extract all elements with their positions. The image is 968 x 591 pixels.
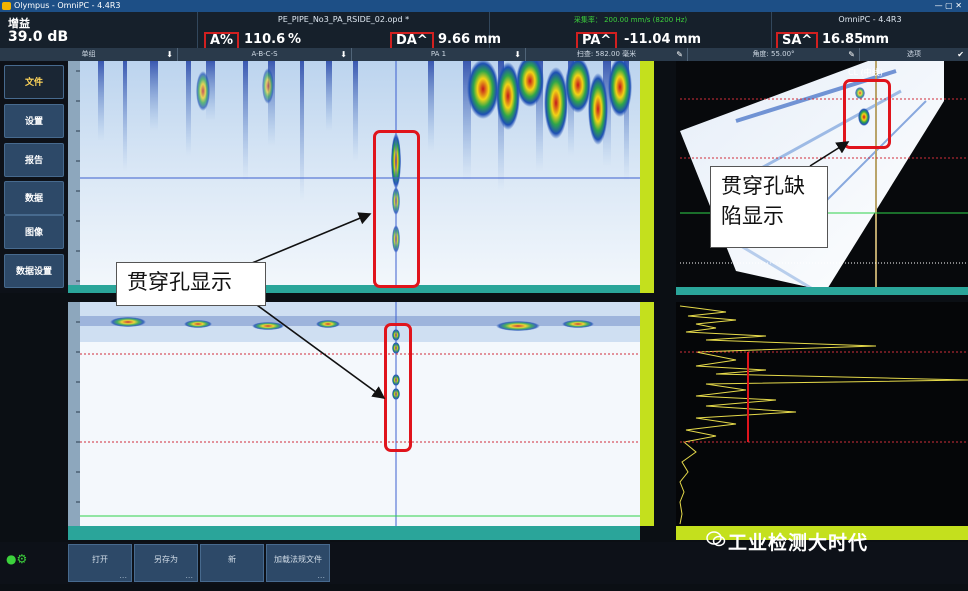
- bscan-indication-highlight: [373, 130, 420, 288]
- more-icon: ...: [119, 571, 127, 580]
- dropdown-arrow-icon: ⬇: [340, 50, 347, 59]
- amplitude-ruler-bottom[interactable]: [640, 302, 654, 526]
- cscan-image: [68, 61, 640, 293]
- layout-selector-label: A-B-C-S: [251, 50, 278, 58]
- menu-report[interactable]: 报告: [4, 143, 64, 177]
- options-selector[interactable]: 选项 ✔: [860, 48, 968, 61]
- reading-sa-unit: mm: [862, 32, 890, 47]
- cscan-indication-highlight: [384, 323, 412, 452]
- watermark-text: 工业检测大时代: [728, 532, 869, 554]
- new-button-label: 新: [228, 555, 236, 564]
- app-cell: OmniPC - 4.4R3 SA^ 16.85 mm: [772, 12, 968, 50]
- menu-settings[interactable]: 设置: [4, 104, 64, 138]
- sscan-ruler[interactable]: [676, 287, 968, 295]
- reading-sa-value: 16.85: [822, 32, 864, 47]
- callout-through-hole: 贯穿孔显示: [116, 262, 266, 306]
- open-button[interactable]: 打开...: [68, 544, 132, 582]
- angle-field[interactable]: 角度: 55.00° ✎: [688, 48, 860, 61]
- amplitude-ruler-top[interactable]: [640, 61, 654, 293]
- app-icon: [2, 2, 11, 10]
- reading-a-value: 110.6: [244, 32, 286, 47]
- bscan-image: [68, 302, 640, 526]
- centerline-label: CL (中线): [848, 68, 883, 77]
- gain-cell[interactable]: 增益 39.0 dB: [0, 12, 198, 48]
- scan-position-label: 扫查: 582.00 毫米: [576, 50, 637, 58]
- scan-position-field[interactable]: 扫查: 582.00 毫米 ✎: [526, 48, 688, 61]
- options-label: 选项: [907, 50, 921, 58]
- angle-label: 角度: 55.00°: [752, 50, 795, 58]
- menu-file[interactable]: 文件: [4, 65, 64, 99]
- acquisition-rate: 采集率： 200.00 mm/s (8200 Hz): [573, 16, 688, 24]
- new-button[interactable]: 新: [200, 544, 264, 582]
- callout-through-hole-defect: 贯穿孔缺 陷显示: [710, 166, 828, 248]
- open-button-label: 打开: [92, 555, 108, 564]
- probe-selector-label: PA 1: [430, 50, 447, 58]
- scan-axis-ruler-bottom[interactable]: [68, 526, 640, 540]
- dropdown-arrow-icon: ⬇: [514, 50, 521, 59]
- selector-row: 单组 ⬇ A-B-C-S ⬇ PA 1 ⬇ 扫查: 582.00 毫米 ✎ 角度: 55…: [0, 48, 968, 61]
- window-controls[interactable]: — ▢ ✕: [935, 0, 962, 12]
- save-as-button-label: 另存为: [154, 555, 178, 564]
- header-readings: 增益 39.0 dB PE_PIPE_No3_PA_RSIDE_02.opd *…: [0, 12, 968, 50]
- callout-defect-line1: 贯穿孔缺: [721, 174, 805, 198]
- dropdown-arrow-icon: ⬇: [166, 50, 173, 59]
- more-icon: ...: [317, 571, 325, 580]
- bscan-view[interactable]: [68, 302, 640, 526]
- load-code-file-button-label: 加载法规文件: [274, 555, 322, 564]
- probe-selector[interactable]: PA 1 ⬇: [352, 48, 526, 61]
- save-as-button[interactable]: 另存为...: [134, 544, 198, 582]
- reading-pa-value: -11.04: [624, 32, 671, 47]
- gain-value: 39.0 dB: [8, 29, 69, 45]
- status-icon: ●⚙: [6, 552, 28, 566]
- group-selector[interactable]: 单组 ⬇: [0, 48, 178, 61]
- group-selector-label: 单组: [81, 50, 96, 58]
- menu-data-settings[interactable]: 数据设置: [4, 254, 64, 288]
- layout-selector[interactable]: A-B-C-S ⬇: [178, 48, 352, 61]
- wechat-icon: [706, 531, 726, 547]
- menu-image[interactable]: 图像: [4, 215, 64, 249]
- file-name: PE_PIPE_No3_PA_RSIDE_02.opd *: [277, 15, 410, 24]
- app-name: OmniPC - 4.4R3: [838, 15, 902, 24]
- ascan-view[interactable]: [676, 302, 968, 526]
- load-code-file-button[interactable]: 加载法规文件...: [266, 544, 330, 582]
- pencil-icon: ✎: [848, 50, 855, 59]
- menu-data[interactable]: 数据: [4, 181, 64, 215]
- left-menu: 文件 设置 报告 数据 图像 数据设置: [0, 61, 68, 293]
- check-icon: ✔: [957, 50, 964, 59]
- status-cell: 采集率： 200.00 mm/s (8200 Hz) PA^ -11.04 mm: [490, 12, 772, 50]
- sscan-indication-highlight: [843, 79, 891, 149]
- window-title: Olympus - OmniPC - 4.4R3: [14, 1, 121, 10]
- pencil-icon: ✎: [676, 50, 683, 59]
- title-bar: Olympus - OmniPC - 4.4R3 — ▢ ✕: [0, 0, 968, 12]
- more-icon: ...: [185, 571, 193, 580]
- reading-pa-unit: mm: [674, 32, 702, 47]
- ascan-waveform: [679, 305, 968, 525]
- file-cell: PE_PIPE_No3_PA_RSIDE_02.opd * A% 110.6 %…: [198, 12, 501, 50]
- reading-a-unit: %: [288, 32, 302, 47]
- cscan-view[interactable]: [68, 61, 640, 293]
- reading-da-value: 9.66: [438, 32, 471, 47]
- callout-through-hole-text: 贯穿孔显示: [127, 270, 232, 294]
- callout-defect-line2: 陷显示: [721, 204, 784, 228]
